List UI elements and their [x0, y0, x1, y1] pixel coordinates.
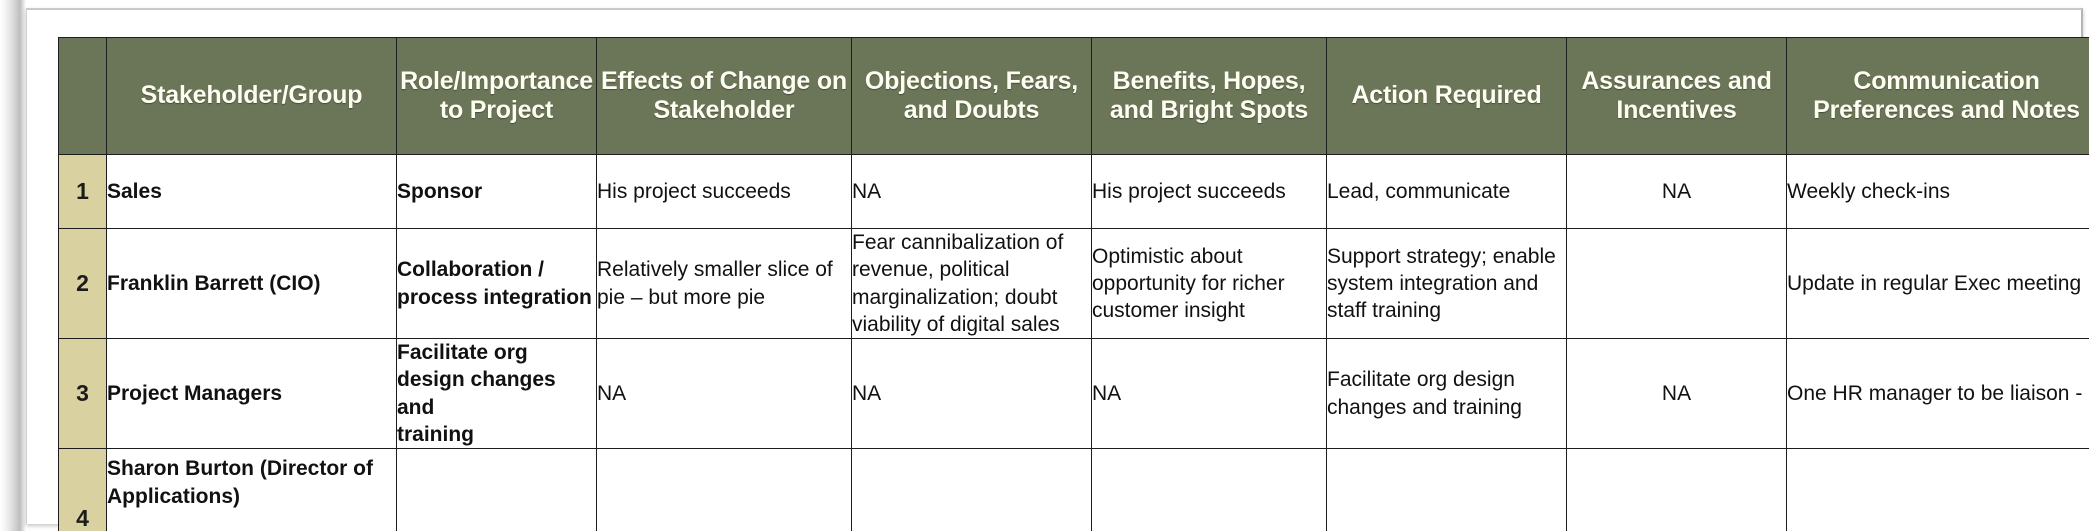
cell-objections[interactable]: NA [851, 154, 1092, 229]
cell-benefits[interactable]: NA [1091, 338, 1327, 450]
cell-assurances[interactable]: NA [1566, 154, 1787, 229]
column-header-objections[interactable]: Objections, Fears, and Doubts [851, 37, 1092, 155]
cell-role[interactable]: Sponsor [396, 154, 597, 229]
column-header-role[interactable]: Role/Importance to Project [396, 37, 597, 155]
row-number: 4 [58, 448, 107, 531]
cell-objections[interactable] [851, 448, 1092, 531]
column-header-benefits[interactable]: Benefits, Hopes, and Bright Spots [1091, 37, 1327, 155]
table-row[interactable]: 2 Franklin Barrett (CIO) Collaboration /… [58, 227, 2089, 340]
table-header: Stakeholder/Group Role/Importance to Pro… [58, 37, 2089, 155]
row-number: 2 [58, 227, 107, 340]
cell-action[interactable]: Support strategy; enable system integrat… [1326, 227, 1567, 340]
cell-role[interactable] [396, 448, 597, 531]
cell-action[interactable]: Facilitate org design changes and traini… [1326, 338, 1567, 450]
column-header-assurances[interactable]: Assurances and Incentives [1566, 37, 1787, 155]
cell-benefits[interactable]: His project succeeds [1091, 154, 1327, 229]
cell-stakeholder[interactable]: Sales [106, 154, 397, 229]
cell-action[interactable]: Lead, communicate [1326, 154, 1567, 229]
cell-communication[interactable]: Weekly check-ins [1786, 154, 2089, 229]
cell-communication[interactable]: Update in regular Exec meeting [1786, 227, 2089, 340]
cell-stakeholder[interactable]: Sharon Burton (Director of Applications) [106, 448, 397, 531]
document-frame: Stakeholder/Group Role/Importance to Pro… [26, 8, 2089, 531]
screenshot-root: Stakeholder/Group Role/Importance to Pro… [0, 0, 2089, 531]
column-header-communication[interactable]: Communication Preferences and Notes [1786, 37, 2089, 155]
cell-stakeholder[interactable]: Franklin Barrett (CIO) [106, 227, 397, 340]
cell-effects[interactable] [596, 448, 852, 531]
cell-stakeholder[interactable]: Project Managers [106, 338, 397, 450]
cell-objections[interactable]: Fear cannibalization of revenue, politic… [851, 227, 1092, 340]
cell-assurances[interactable]: NA [1566, 338, 1787, 450]
table-body: 1 Sales Sponsor His project succeeds NA … [58, 154, 2089, 531]
row-number-header [58, 37, 107, 155]
cell-action[interactable] [1326, 448, 1567, 531]
row-number: 1 [58, 154, 107, 229]
stakeholder-analysis-table: Stakeholder/Group Role/Importance to Pro… [58, 37, 2089, 531]
table-row[interactable]: 3 Project Managers Facilitate org design… [58, 338, 2089, 450]
cell-effects[interactable]: Relatively smaller slice of pie – but mo… [596, 227, 852, 340]
cell-benefits[interactable]: Optimistic about opportunity for richer … [1091, 227, 1327, 340]
column-header-action[interactable]: Action Required [1326, 37, 1567, 155]
cell-communication[interactable] [1786, 448, 2089, 531]
cell-assurances[interactable] [1566, 227, 1787, 340]
column-header-effects[interactable]: Effects of Change on Stakeholder [596, 37, 852, 155]
cell-objections[interactable]: NA [851, 338, 1092, 450]
cell-benefits[interactable] [1091, 448, 1327, 531]
row-number: 3 [58, 338, 107, 450]
column-header-stakeholder[interactable]: Stakeholder/Group [106, 37, 397, 155]
table-row[interactable]: 4 Sharon Burton (Director of Application… [58, 448, 2089, 531]
cell-role[interactable]: Collaboration / process integration [396, 227, 597, 340]
cell-effects[interactable]: NA [596, 338, 852, 450]
cell-role[interactable]: Facilitate org design changes and traini… [396, 338, 597, 450]
table-row[interactable]: 1 Sales Sponsor His project succeeds NA … [58, 154, 2089, 229]
cell-effects[interactable]: His project succeeds [596, 154, 852, 229]
table-header-row: Stakeholder/Group Role/Importance to Pro… [58, 37, 2089, 155]
cell-communication[interactable]: One HR manager to be liaison - [1786, 338, 2089, 450]
cell-assurances[interactable] [1566, 448, 1787, 531]
